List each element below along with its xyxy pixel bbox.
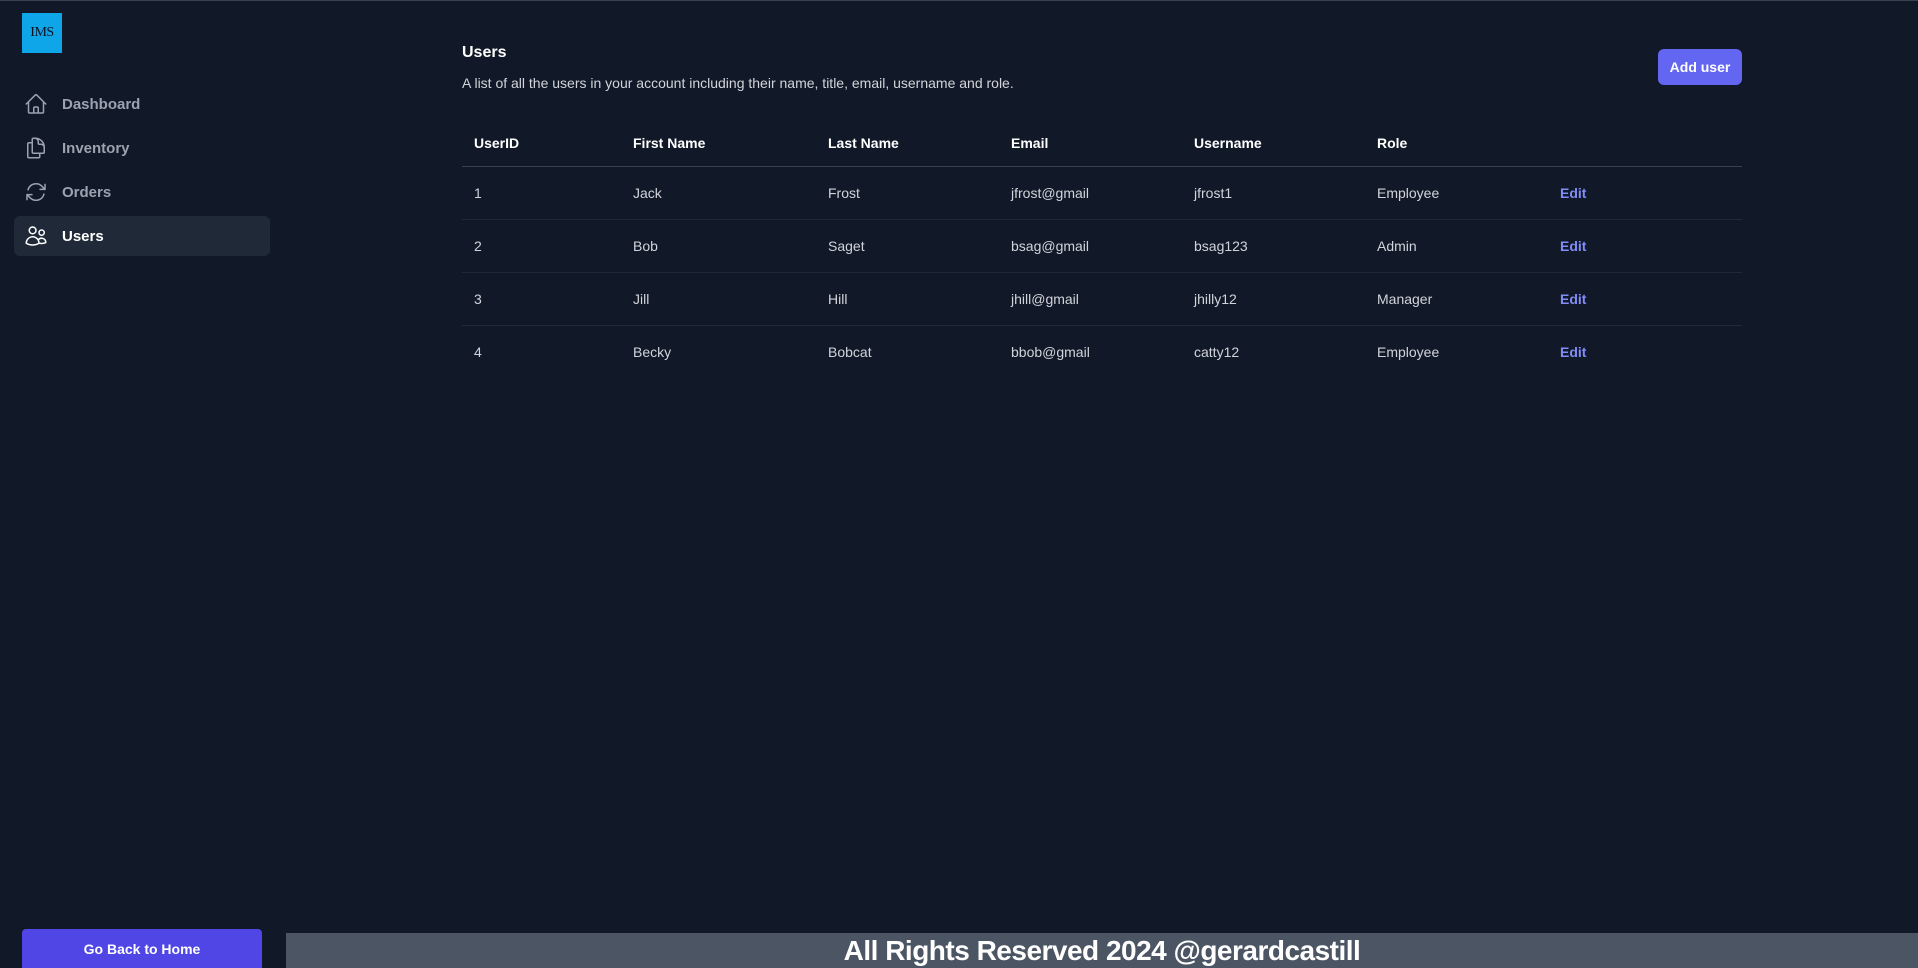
column-header-username: Username (1194, 121, 1377, 167)
cell-actions: Edit (1560, 272, 1742, 326)
cell-first-name: Becky (633, 343, 672, 360)
cell-first-name: Bob (633, 219, 828, 273)
page-description: A list of all the users in your account … (462, 75, 1014, 91)
sidebar-item-label: Orders (62, 183, 112, 201)
cell-first-name: Jack (633, 166, 828, 220)
cell-first-name: Jill (633, 272, 828, 326)
column-header-role: Role (1377, 121, 1560, 167)
table-header: UserID First Name Last Name Email Userna… (462, 121, 1742, 167)
cell-actions: Edit (1560, 325, 1742, 378)
app-logo[interactable]: IMS (22, 13, 62, 53)
column-header-last-name: Last Name (828, 121, 1011, 167)
sidebar-item-inventory[interactable]: Inventory (14, 128, 270, 168)
table-row: 4 Becky Bobcat bbob@gmail catty12 Employ… (462, 325, 1742, 378)
edit-link[interactable]: Edit (1560, 344, 1586, 360)
add-user-button[interactable]: Add user (1658, 49, 1742, 85)
cell-email: bsag@gmail (1011, 219, 1194, 273)
column-header-actions (1560, 121, 1742, 167)
table-row: 1 Jack Frost jfrost@gmail jfrost1 Employ… (462, 166, 1742, 220)
sidebar-item-label: Inventory (62, 139, 130, 157)
cell-username: jfrost1 (1194, 166, 1377, 220)
refresh-icon (24, 180, 48, 204)
cell-role: Admin (1377, 219, 1560, 273)
table-header-row: UserID First Name Last Name Email Userna… (462, 121, 1742, 167)
sidebar-item-dashboard[interactable]: Dashboard (14, 84, 270, 124)
table-body: 1 Jack Frost jfrost@gmail jfrost1 Employ… (462, 166, 1742, 378)
edit-link[interactable]: Edit (1560, 291, 1586, 307)
users-icon (24, 224, 48, 248)
documents-icon (24, 136, 48, 160)
cell-userid: 3 (462, 272, 633, 326)
column-header-email: Email (1011, 121, 1194, 167)
cell-email: jfrost@gmail (1011, 166, 1194, 220)
cell-last-name: Bobcat (828, 343, 872, 360)
footer: All Rights Reserved 2024 @gerardcastill (286, 933, 1918, 968)
top-border (0, 0, 1918, 1)
cell-role: Employee (1377, 166, 1560, 220)
cell-last-name: Frost (828, 166, 1011, 220)
sidebar-item-label: Users (62, 227, 104, 245)
go-back-home-button[interactable]: Go Back to Home (22, 929, 262, 968)
cell-last-name: Hill (828, 272, 1011, 326)
cell-userid: 2 (462, 219, 633, 273)
users-table: UserID First Name Last Name Email Userna… (462, 121, 1742, 378)
cell-actions: Edit (1560, 219, 1742, 273)
edit-link[interactable]: Edit (1560, 238, 1586, 254)
cell-last-name: Saget (828, 219, 1011, 273)
cell-actions: Edit (1560, 166, 1742, 220)
cell-role: Employee (1377, 343, 1440, 360)
home-icon (24, 92, 48, 116)
app-root: IMS Dashboard Inventory Orders Users Go … (0, 0, 1918, 968)
table-row: 3 Jill Hill jhill@gmail jhilly12 Manager… (462, 272, 1742, 326)
cell-username: jhilly12 (1194, 272, 1377, 326)
column-header-userid: UserID (462, 121, 633, 167)
cell-email: jhill@gmail (1011, 272, 1194, 326)
sidebar: IMS Dashboard Inventory Orders Users Go … (0, 0, 286, 968)
cell-username: bsag123 (1194, 219, 1377, 273)
sidebar-item-orders[interactable]: Orders (14, 172, 270, 212)
cell-email: bbob@gmail (1011, 343, 1090, 360)
table-row: 2 Bob Saget bsag@gmail bsag123 Admin Edi… (462, 219, 1742, 273)
cell-userid: 4 (474, 343, 482, 360)
column-header-first-name: First Name (633, 121, 828, 167)
sidebar-item-label: Dashboard (62, 95, 141, 113)
sidebar-nav: Dashboard Inventory Orders Users (14, 84, 270, 260)
edit-link[interactable]: Edit (1560, 185, 1586, 201)
sidebar-item-users[interactable]: Users (14, 216, 270, 256)
cell-userid: 1 (462, 166, 633, 220)
cell-role: Manager (1377, 272, 1560, 326)
page-title: Users (462, 44, 507, 61)
cell-username: catty12 (1194, 343, 1240, 360)
